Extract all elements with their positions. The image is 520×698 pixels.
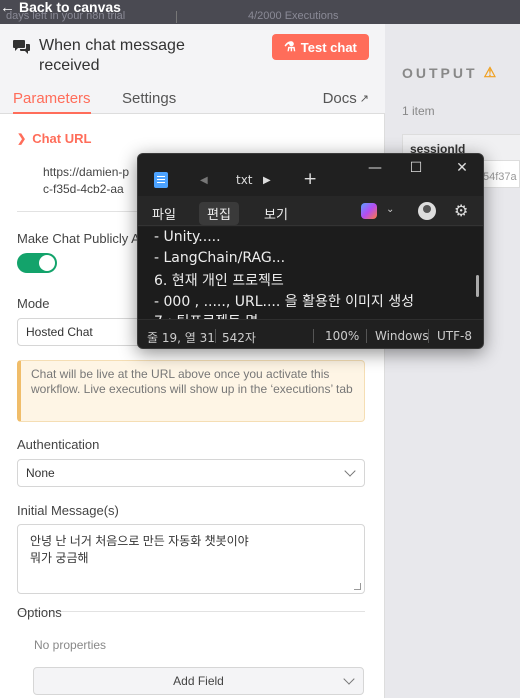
notepad-window: ◀ txt ▶ + — ☐ ✕ 파일 편집 보기 ⌄ ⚙ - Unity....… bbox=[137, 153, 484, 349]
initial-messages-input[interactable]: 안녕 난 너거 처음으로 만든 자동화 챗봇이야 뭐가 궁금해 bbox=[17, 524, 365, 594]
chat-url-section-toggle[interactable]: ❯ Chat URL bbox=[17, 131, 91, 146]
status-divider bbox=[428, 329, 429, 343]
maximize-icon[interactable]: ☐ bbox=[406, 160, 426, 176]
authentication-select[interactable]: None bbox=[17, 459, 365, 487]
chevron-down-icon[interactable]: ⌄ bbox=[386, 204, 394, 215]
minimize-icon[interactable]: — bbox=[365, 160, 385, 176]
make-public-toggle[interactable] bbox=[17, 253, 57, 273]
add-field-dropdown[interactable]: Add Field bbox=[33, 667, 364, 695]
editor-scrollbar[interactable] bbox=[476, 275, 479, 297]
output-cell-value: 54f37a bbox=[483, 171, 517, 183]
chevron-down-icon bbox=[343, 673, 355, 685]
line-ending[interactable]: Windows bbox=[375, 329, 429, 343]
back-to-canvas-button[interactable]: ← Back to canvas bbox=[0, 0, 121, 16]
arrow-left-icon: ← bbox=[0, 0, 15, 16]
docs-label: Docs bbox=[322, 90, 357, 107]
topbar-divider bbox=[176, 11, 177, 23]
tab-settings[interactable]: Settings bbox=[122, 90, 176, 107]
toggle-knob bbox=[39, 255, 55, 271]
initial-message-line2: 뭐가 궁금해 bbox=[30, 551, 89, 565]
mode-label: Mode bbox=[17, 296, 50, 311]
zoom-level[interactable]: 100% bbox=[325, 329, 359, 343]
node-title: When chat message received bbox=[39, 36, 249, 76]
no-properties-text: No properties bbox=[34, 638, 107, 652]
output-item-count: 1 item bbox=[402, 104, 435, 118]
menu-file[interactable]: 파일 bbox=[152, 204, 176, 223]
node-header: When chat message received ⚗ Test chat P… bbox=[0, 24, 385, 114]
status-divider bbox=[366, 329, 367, 343]
panel-tabs: Parameters Settings Docs ↗ bbox=[0, 86, 385, 114]
notepad-statusbar: 줄 19, 열 31 542자 100% Windows UTF-8 bbox=[138, 319, 483, 348]
settings-gear-icon[interactable]: ⚙ bbox=[454, 201, 468, 220]
warning-icon: ⚠ bbox=[483, 64, 497, 80]
notepad-titlebar: ◀ txt ▶ + — ☐ ✕ bbox=[138, 154, 483, 196]
activation-notice: Chat will be live at the URL above once … bbox=[17, 360, 365, 422]
notepad-editor[interactable]: - Unity..... - LangChain/RAG... 6. 현재 개인… bbox=[138, 227, 483, 319]
notepad-app-icon bbox=[154, 172, 168, 188]
char-count: 542자 bbox=[222, 331, 256, 345]
node-title-line1: When chat message bbox=[39, 37, 185, 54]
notepad-tab[interactable]: txt bbox=[236, 173, 253, 187]
notepad-menubar: 파일 편집 보기 ⌄ ⚙ bbox=[138, 196, 483, 226]
tab-parameters[interactable]: Parameters bbox=[13, 90, 91, 107]
node-title-line2: received bbox=[39, 57, 100, 74]
chat-url-line1: https://damien-p bbox=[43, 165, 130, 179]
editor-line: - 000 , ....., URL.... 을 활용한 이미지 생성 bbox=[154, 294, 415, 310]
mode-value: Hosted Chat bbox=[26, 325, 93, 339]
encoding[interactable]: UTF-8 bbox=[437, 329, 472, 343]
scroll-tabs-right-icon[interactable]: ▶ bbox=[263, 175, 271, 186]
external-link-icon: ↗ bbox=[359, 93, 369, 105]
account-avatar-icon[interactable] bbox=[418, 202, 436, 220]
node-parameters-panel: When chat message received ⚗ Test chat P… bbox=[0, 24, 385, 698]
menu-edit[interactable]: 편집 bbox=[199, 202, 239, 225]
resize-handle[interactable] bbox=[354, 583, 361, 590]
executions-count: 4/2000 Executions bbox=[248, 10, 339, 22]
test-chat-label: Test chat bbox=[300, 39, 357, 55]
status-divider bbox=[215, 329, 216, 343]
chat-bubbles-icon bbox=[13, 40, 30, 54]
authentication-label: Authentication bbox=[17, 437, 100, 452]
output-heading: OUTPUT ⚠ bbox=[402, 64, 496, 81]
editor-line: 7 : 팀프로젝트 명 bbox=[154, 311, 258, 319]
scroll-tabs-left-icon[interactable]: ◀ bbox=[200, 175, 208, 186]
initial-messages-label: Initial Message(s) bbox=[17, 503, 119, 518]
editor-line: 6. 현재 개인 프로젝트 bbox=[154, 273, 284, 289]
new-tab-icon[interactable]: + bbox=[303, 169, 317, 189]
close-icon[interactable]: ✕ bbox=[452, 160, 472, 176]
active-tab-underline bbox=[13, 112, 91, 114]
section-divider bbox=[17, 611, 365, 612]
editor-line: - LangChain/RAG... bbox=[154, 250, 286, 266]
editor-line: - Unity..... bbox=[154, 229, 221, 245]
chat-url-label: Chat URL bbox=[32, 131, 92, 146]
options-label: Options bbox=[17, 605, 62, 620]
chevron-down-icon bbox=[344, 465, 356, 477]
authentication-value: None bbox=[26, 466, 55, 480]
add-field-label: Add Field bbox=[173, 674, 224, 688]
flask-icon: ⚗ bbox=[284, 39, 296, 54]
status-divider bbox=[313, 329, 314, 343]
initial-message-line1: 안녕 난 너거 처음으로 만든 자동화 챗봇이야 bbox=[30, 534, 249, 548]
test-chat-button[interactable]: ⚗ Test chat bbox=[272, 34, 369, 60]
top-bar: days left in your n8n trial 4/2000 Execu… bbox=[0, 0, 520, 24]
make-public-label: Make Chat Publicly A bbox=[17, 231, 140, 246]
cursor-position: 줄 19, 열 31 bbox=[147, 331, 215, 345]
chat-url-value[interactable]: https://damien-p c-f35d-4cb2-aa bbox=[43, 164, 129, 198]
chat-url-line2: c-f35d-4cb2-aa bbox=[43, 182, 124, 196]
copilot-icon[interactable] bbox=[361, 203, 377, 219]
chevron-down-icon: ❯ bbox=[17, 133, 27, 145]
output-title: OUTPUT bbox=[402, 64, 478, 81]
docs-link[interactable]: Docs ↗ bbox=[323, 90, 369, 107]
back-label: Back to canvas bbox=[19, 0, 121, 15]
menu-view[interactable]: 보기 bbox=[264, 204, 288, 223]
